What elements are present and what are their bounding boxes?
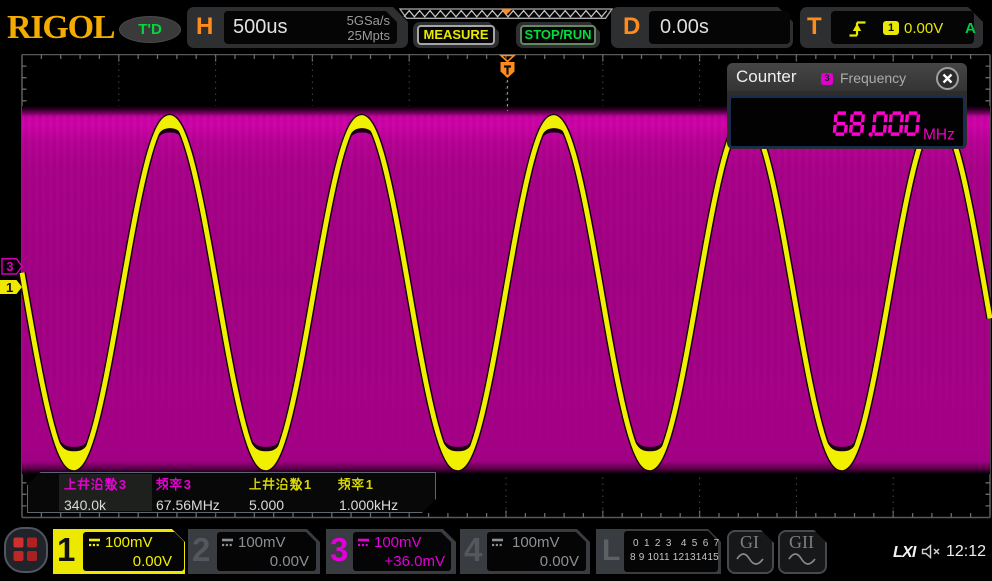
svg-text:340.0k: 340.0k: [64, 497, 107, 513]
svg-text:3: 3: [184, 477, 191, 492]
svg-text:5.000: 5.000: [249, 497, 284, 513]
svg-text:1: 1: [366, 477, 373, 492]
svg-text:67.56MHz: 67.56MHz: [156, 497, 220, 513]
svg-text:3: 3: [119, 477, 126, 492]
svg-text:1.000kHz: 1.000kHz: [339, 497, 398, 513]
svg-text:1: 1: [304, 477, 311, 492]
